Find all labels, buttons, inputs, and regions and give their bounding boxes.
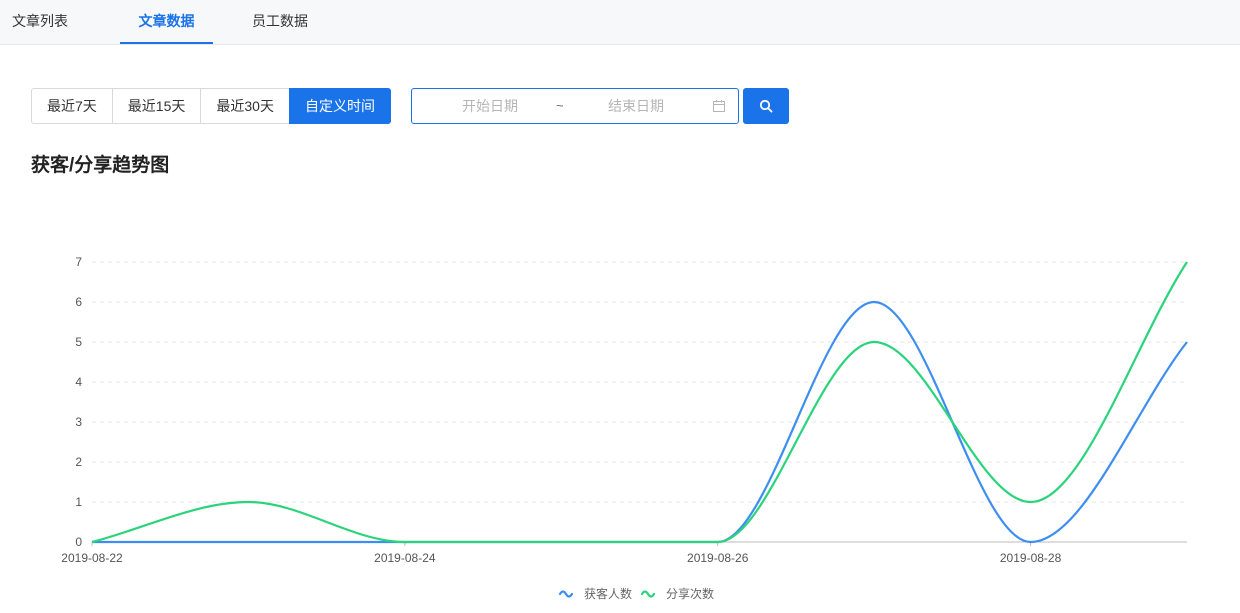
tab-staff-data[interactable]: 员工数据 xyxy=(250,0,310,44)
y-tick-label: 4 xyxy=(75,375,82,389)
tab-label: 文章列表 xyxy=(12,13,68,29)
calendar-icon[interactable] xyxy=(712,99,726,113)
custom-time-button[interactable]: 自定义时间 xyxy=(288,88,391,124)
tab-label: 员工数据 xyxy=(252,13,308,29)
legend-swatch xyxy=(558,590,574,598)
date-range-picker[interactable]: ~ xyxy=(411,88,739,124)
tab-article-list[interactable]: 文章列表 xyxy=(10,0,70,44)
date-separator: ~ xyxy=(556,98,564,113)
active-tab-indicator xyxy=(120,42,213,44)
chart-section-title: 获客/分享趋势图 xyxy=(31,155,170,176)
y-tick-label: 1 xyxy=(75,495,82,509)
search-icon xyxy=(759,99,773,113)
search-button[interactable] xyxy=(743,88,789,124)
trend-line-chart: 0 1 2 3 4 5 6 7 2019-08-22 2019-08-24 2019-08-26 20… xyxy=(61,255,1188,601)
tab-bar: 文章列表 文章数据 员工数据 xyxy=(0,0,1240,45)
time-range-group: 最近7天 最近15天 最近30天 自定义时间 xyxy=(31,88,391,124)
range-15-days-button[interactable]: 最近15天 xyxy=(111,88,202,124)
y-tick-label: 7 xyxy=(75,255,82,269)
x-tick-label: 2019-08-26 xyxy=(687,551,749,565)
y-tick-label: 3 xyxy=(75,415,82,429)
range-7-days-button[interactable]: 最近7天 xyxy=(31,88,113,124)
y-tick-label: 6 xyxy=(75,295,82,309)
y-tick-label: 0 xyxy=(75,535,82,549)
y-tick-label: 5 xyxy=(75,335,82,349)
range-30-days-button[interactable]: 最近30天 xyxy=(200,88,290,124)
end-date-input[interactable] xyxy=(572,89,700,123)
x-tick-label: 2019-08-22 xyxy=(61,551,123,565)
start-date-input[interactable] xyxy=(426,89,554,123)
tab-article-data[interactable]: 文章数据 xyxy=(120,0,213,44)
tab-label: 文章数据 xyxy=(138,13,195,29)
legend-label: 获客人数 xyxy=(584,586,632,601)
x-tick-label: 2019-08-28 xyxy=(1000,551,1062,565)
y-tick-label: 2 xyxy=(75,455,82,469)
legend-swatch xyxy=(640,590,656,598)
series-line-shares xyxy=(91,261,1188,544)
legend-label: 分享次数 xyxy=(666,586,714,601)
x-tick-label: 2019-08-24 xyxy=(374,551,436,565)
